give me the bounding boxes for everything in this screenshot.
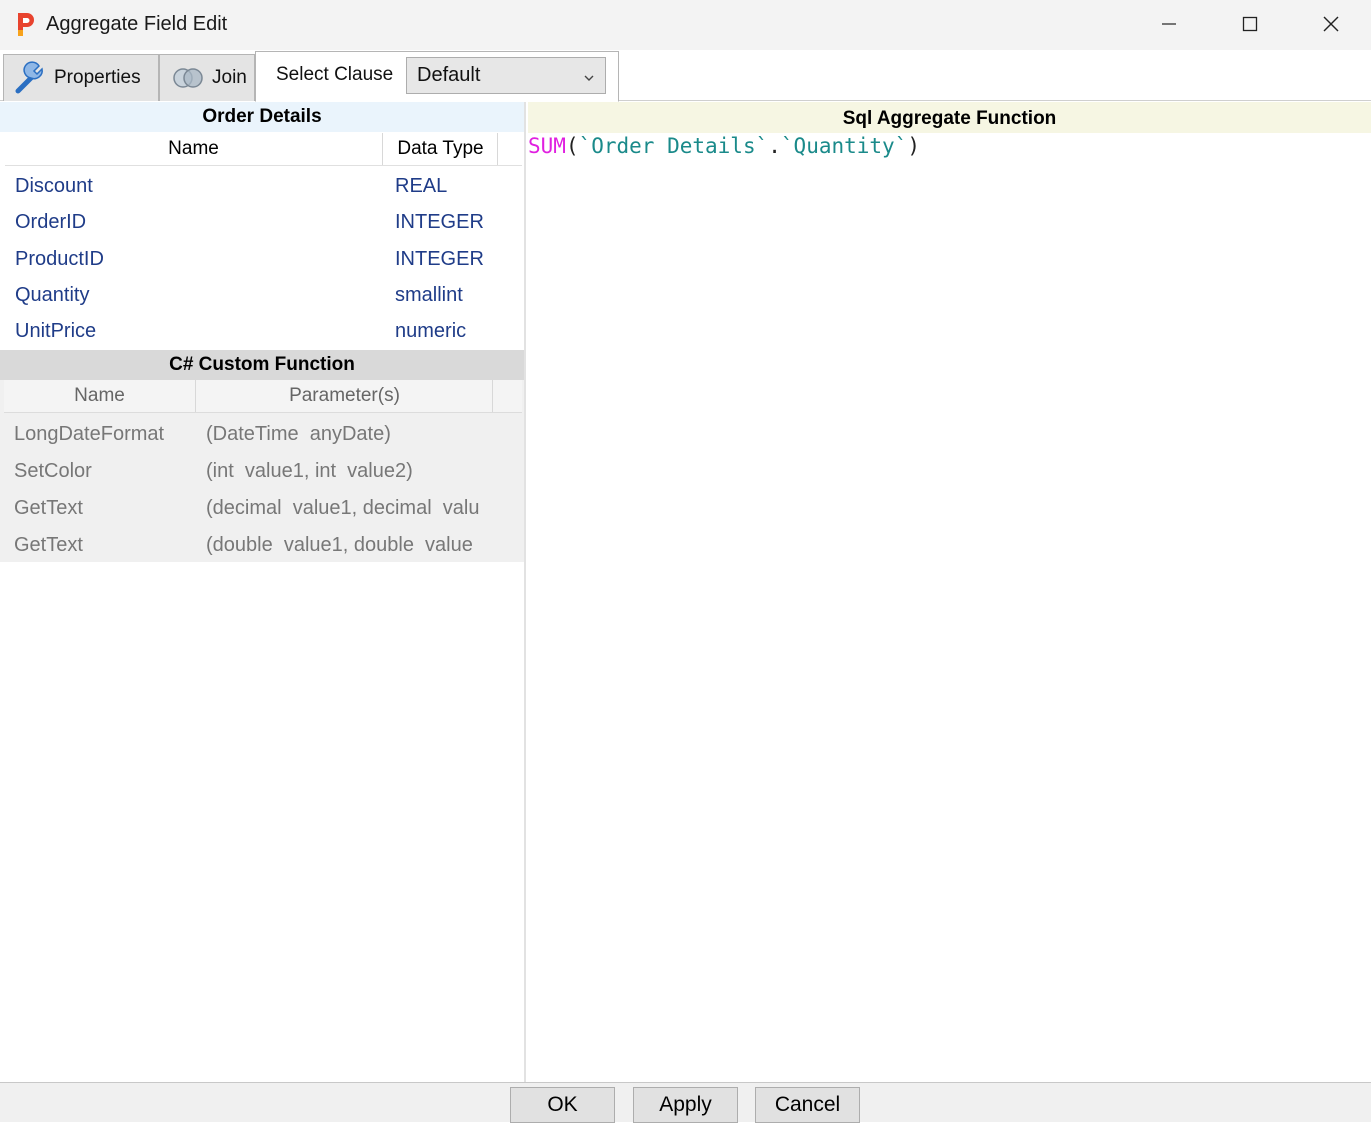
table-row[interactable]: ProductID INTEGER <box>0 242 524 278</box>
custom-function-header: C# Custom Function <box>0 350 524 380</box>
close-button[interactable] <box>1291 0 1371 48</box>
field-name: Discount <box>15 175 93 197</box>
tab-join-label: Join <box>212 67 247 88</box>
tab-properties[interactable]: Properties <box>3 54 159 101</box>
custom-function-column-header: Name Parameter(s) <box>4 380 522 413</box>
function-parameters: (DateTime anyDate) <box>206 423 391 445</box>
ok-button[interactable]: OK <box>510 1087 615 1123</box>
app-logo-icon <box>14 10 38 38</box>
chevron-down-icon <box>583 67 595 90</box>
select-clause-dropdown[interactable]: Default <box>406 57 606 94</box>
minimize-icon <box>1162 23 1176 25</box>
field-data-type: smallint <box>395 283 463 306</box>
function-parameters: (int value1, int value2) <box>206 460 413 482</box>
sql-code-editor[interactable]: SUM(`Order Details`.`Quantity`) <box>528 134 920 158</box>
join-venn-icon <box>170 66 206 90</box>
function-name: LongDateFormat <box>14 423 165 445</box>
close-icon <box>1323 16 1339 32</box>
list-item[interactable]: SetColor (int value1, int value2) <box>0 454 524 490</box>
column-header-name[interactable]: Name <box>5 133 383 165</box>
list-item[interactable]: GetText (double value1, double value <box>0 528 524 564</box>
wrench-icon <box>14 61 48 95</box>
apply-button[interactable]: Apply <box>633 1087 738 1123</box>
custom-function-list: Name Parameter(s) LongDateFormat (DateTim… <box>0 380 524 562</box>
tab-strip: Properties Join Select Clause Default <box>0 50 1371 102</box>
table-row[interactable]: UnitPrice numeric <box>0 314 524 350</box>
bottom-button-bar: OK Apply Cancel <box>0 1082 1371 1123</box>
field-data-type: INTEGER <box>395 247 484 270</box>
select-clause-label: Select Clause <box>276 64 394 85</box>
table-row[interactable]: OrderID INTEGER <box>0 205 524 241</box>
list-item[interactable]: LongDateFormat (DateTime anyDate) <box>0 417 524 453</box>
column-header-parameters[interactable]: Parameter(s) <box>197 380 493 412</box>
sql-open-paren: ( <box>565 134 579 158</box>
order-details-header: Order Details <box>0 102 524 132</box>
function-name: GetText <box>14 534 83 556</box>
field-data-type: INTEGER <box>395 211 484 234</box>
window-title: Aggregate Field Edit <box>46 13 228 35</box>
tab-select-clause[interactable]: Select Clause Default <box>255 51 619 102</box>
table-row[interactable]: Quantity smallint <box>0 278 524 314</box>
select-clause-value: Default <box>417 64 481 86</box>
field-name: Quantity <box>15 283 90 306</box>
title-bar[interactable]: Aggregate Field Edit <box>0 0 1371 50</box>
minimize-button[interactable] <box>1129 0 1209 48</box>
field-data-type: numeric <box>395 320 467 343</box>
tab-join[interactable]: Join <box>159 54 255 101</box>
function-name: SetColor <box>14 460 92 482</box>
function-parameters: (double value1, double value <box>206 534 473 556</box>
tab-properties-label: Properties <box>54 67 141 88</box>
maximize-icon <box>1242 16 1258 32</box>
sql-dot: . <box>768 134 781 158</box>
column-header-data-type[interactable]: Data Type <box>384 133 498 165</box>
sql-close-paren: ) <box>907 134 920 158</box>
left-panel: Order Details Name Data Type Discount REA… <box>0 102 526 1082</box>
field-data-type: REAL <box>395 175 448 197</box>
aggregate-field-edit-window: Aggregate Field Edit Properties Join Sel… <box>0 0 1371 1123</box>
list-item[interactable]: GetText (decimal value1, decimal valu <box>0 491 524 527</box>
maximize-button[interactable] <box>1210 0 1290 48</box>
order-details-column-header: Name Data Type <box>5 133 522 166</box>
column-header-function-name[interactable]: Name <box>4 380 196 412</box>
sql-aggregate-header: Sql Aggregate Function <box>528 102 1371 133</box>
table-row[interactable]: Discount REAL <box>0 169 524 205</box>
field-name: UnitPrice <box>15 320 97 343</box>
field-name: ProductID <box>15 247 104 270</box>
sql-field-identifier: `Quantity` <box>780 134 908 158</box>
sql-keyword: SUM <box>528 134 566 158</box>
cancel-button[interactable]: Cancel <box>755 1087 860 1123</box>
function-parameters: (decimal value1, decimal valu <box>206 497 480 519</box>
field-name: OrderID <box>15 211 87 234</box>
function-name: GetText <box>14 497 83 519</box>
sql-editor-panel[interactable]: Sql Aggregate Function SUM(`Order Detail… <box>528 102 1371 1082</box>
sql-table-identifier: `Order Details` <box>578 134 769 158</box>
